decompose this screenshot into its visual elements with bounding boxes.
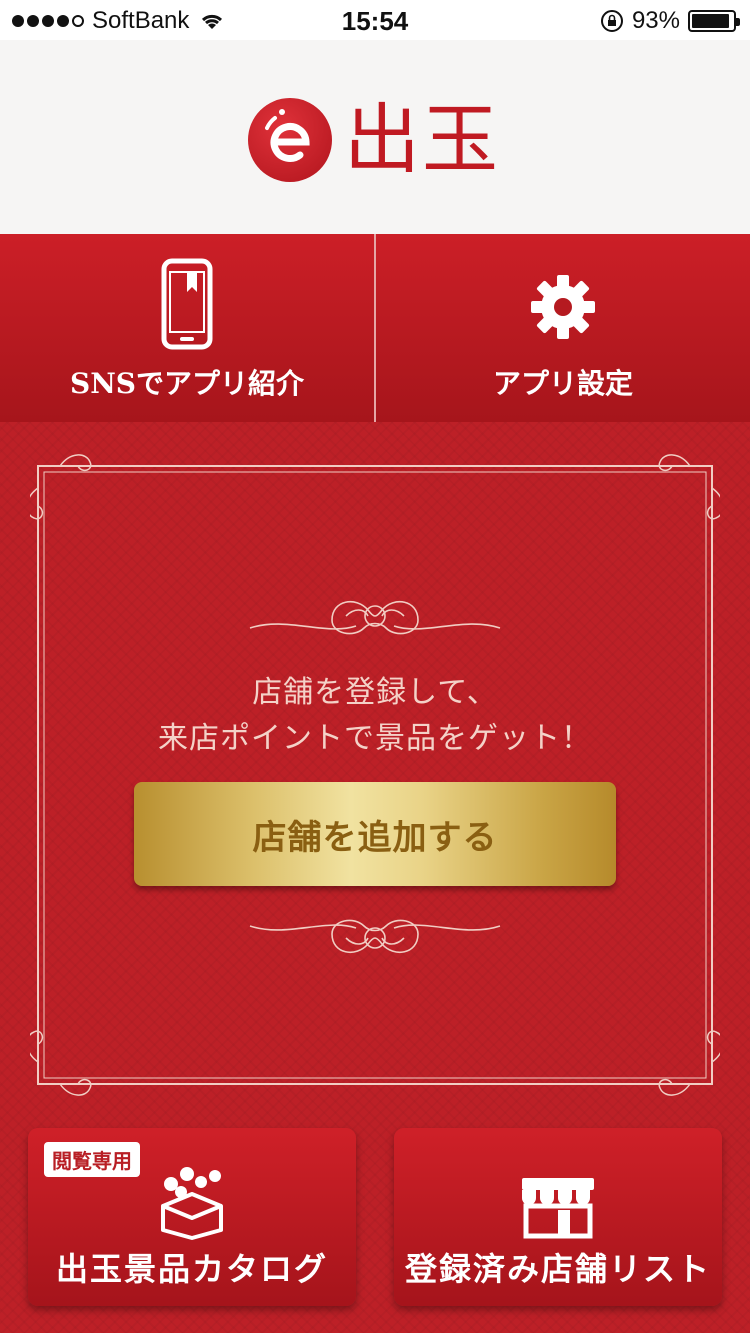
app-header: 出玉 xyxy=(0,40,750,234)
status-right: 93% xyxy=(600,7,740,35)
battery-fill xyxy=(692,14,730,28)
main-content: 店舗を登録して、 来店ポイントで景品をゲット！ 店舗を追加する 閲覧専用 出玉景… xyxy=(0,422,750,1333)
prize-box-icon xyxy=(161,1167,223,1240)
top-ornament xyxy=(249,600,501,635)
promo-line-1: 店舗を登録して、 xyxy=(252,675,498,710)
status-bar: SoftBank 15:54 93% xyxy=(0,0,750,40)
decorative-frame xyxy=(30,454,720,1096)
promo-text: 店舗を登録して、 来店ポイントで景品をゲット！ xyxy=(0,670,750,762)
store-icon xyxy=(522,1178,594,1239)
sns-share-label: SNSでアプリ紹介 xyxy=(69,367,305,400)
logo-e-icon xyxy=(248,98,332,182)
gear-icon xyxy=(531,275,595,339)
orientation-lock-icon xyxy=(600,10,623,32)
view-only-badge: 閲覧専用 xyxy=(44,1142,140,1177)
battery-icon xyxy=(688,10,740,32)
sns-share-button[interactable]: SNSでアプリ紹介 xyxy=(0,234,374,422)
registered-stores-button[interactable]: 登録済み店舗リスト xyxy=(394,1128,722,1306)
promo-line-2: 来店ポイントで景品をゲット！ xyxy=(158,721,592,756)
app-settings-button[interactable]: アプリ設定 xyxy=(374,234,750,422)
app-settings-label: アプリ設定 xyxy=(492,367,633,400)
bottom-ornament xyxy=(249,919,501,954)
app-logo: 出玉 xyxy=(248,98,500,182)
battery-percent: 93% xyxy=(631,7,680,34)
add-store-button[interactable]: 店舗を追加する xyxy=(134,782,616,886)
registered-stores-label: 登録済み店舗リスト xyxy=(404,1250,711,1288)
top-nav: SNSでアプリ紹介 アプリ設定 xyxy=(0,234,750,422)
prize-catalog-button[interactable]: 閲覧専用 出玉景品カタログ xyxy=(28,1128,356,1306)
prize-catalog-label: 出玉景品カタログ xyxy=(55,1250,328,1288)
logo-text: 出玉 xyxy=(344,95,500,184)
smartphone-icon xyxy=(161,258,213,350)
